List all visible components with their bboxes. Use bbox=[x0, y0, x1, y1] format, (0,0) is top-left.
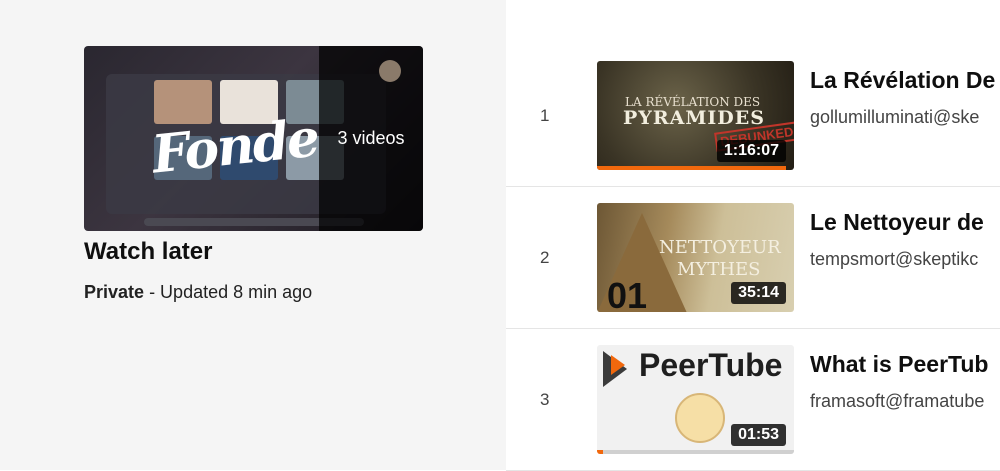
video-channel[interactable]: gollumilluminati@ske bbox=[810, 107, 979, 128]
video-count-overlay: 3 videos bbox=[319, 46, 423, 231]
video-duration: 35:14 bbox=[731, 282, 786, 304]
peertube-logo-accent-icon bbox=[611, 355, 625, 375]
video-position: 1 bbox=[540, 105, 550, 125]
video-thumbnail[interactable]: NETTOYEUR MYTHES 01 35:14 bbox=[597, 203, 794, 312]
video-thumbnail[interactable]: PeerTube 01:53 bbox=[597, 345, 794, 454]
thumbnail-caption: PeerTube bbox=[639, 347, 783, 383]
video-title[interactable]: Le Nettoyeur de bbox=[810, 209, 984, 236]
updated-label: - Updated 8 min ago bbox=[149, 282, 313, 302]
watch-progress-bar bbox=[597, 450, 794, 454]
video-position: 2 bbox=[540, 247, 550, 267]
thumbnail-caption: MYTHES bbox=[677, 259, 761, 280]
playlist-meta: Private - Updated 8 min ago bbox=[84, 282, 312, 303]
privacy-label: Private bbox=[84, 282, 145, 302]
playlist-row[interactable]: 3 PeerTube 01:53 What is PeerTub framaso… bbox=[506, 329, 1000, 471]
video-thumbnail[interactable]: LA RÉVÉLATION DES PYRAMIDES DEBUNKED 1:1… bbox=[597, 61, 794, 170]
video-duration: 1:16:07 bbox=[716, 140, 786, 162]
thumbnail-tile bbox=[154, 80, 212, 124]
playlist-video-list: 1 LA RÉVÉLATION DES PYRAMIDES DEBUNKED 1… bbox=[506, 45, 1000, 471]
mascot-icon bbox=[675, 393, 725, 443]
video-count: 3 videos bbox=[337, 128, 405, 148]
video-position: 3 bbox=[540, 389, 550, 409]
video-title[interactable]: La Révélation De bbox=[810, 67, 995, 94]
thumbnail-person bbox=[379, 60, 401, 82]
playlist-thumbnail[interactable]: Fonde 3 videos bbox=[84, 46, 423, 231]
thumbnail-episode-number: 01 bbox=[607, 275, 648, 312]
playlist-panel: Fonde 3 videos Watch later Private - Upd… bbox=[0, 0, 506, 470]
video-title[interactable]: What is PeerTub bbox=[810, 351, 989, 378]
video-channel[interactable]: tempsmort@skeptikc bbox=[810, 249, 978, 270]
watch-progress-bar bbox=[597, 166, 787, 170]
thumbnail-caption: NETTOYEUR bbox=[659, 237, 781, 258]
playlist-title[interactable]: Watch later bbox=[84, 238, 212, 266]
thumbnail-caption: PYRAMIDES bbox=[623, 107, 765, 129]
playlist-row[interactable]: 2 NETTOYEUR MYTHES 01 35:14 Le Nettoyeur… bbox=[506, 187, 1000, 329]
video-duration: 01:53 bbox=[731, 424, 786, 446]
playlist-row[interactable]: 1 LA RÉVÉLATION DES PYRAMIDES DEBUNKED 1… bbox=[506, 45, 1000, 187]
video-channel[interactable]: framasoft@framatube bbox=[810, 391, 984, 412]
